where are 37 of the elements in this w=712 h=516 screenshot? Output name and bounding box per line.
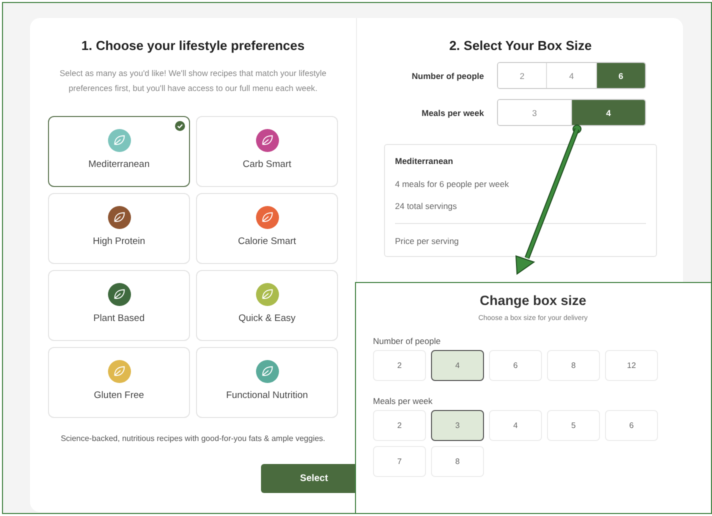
- segment-option[interactable]: 4: [571, 100, 645, 125]
- select-button[interactable]: Select: [261, 464, 356, 493]
- size-option[interactable]: 12: [605, 350, 658, 381]
- size-option[interactable]: 2: [373, 350, 426, 381]
- summary-line: 4 meals for 6 people per week: [395, 179, 510, 189]
- size-option[interactable]: 4: [489, 410, 542, 441]
- panel-title: Change box size: [478, 293, 588, 308]
- preference-card[interactable]: Functional Nutrition: [196, 347, 338, 418]
- group-label: Number of people: [373, 336, 442, 346]
- size-option[interactable]: 3: [431, 410, 484, 441]
- row-label: Meals per week: [422, 108, 484, 118]
- group-label: Meals per week: [373, 396, 434, 406]
- preference-card[interactable]: Calorie Smart: [196, 193, 338, 264]
- price-label: Price per serving: [395, 236, 460, 246]
- preference-card[interactable]: Carb Smart: [196, 116, 338, 187]
- preference-card[interactable]: Gluten Free: [48, 347, 190, 418]
- description: Select as many as you'd like! We'll show recipes that match your lifestyle preferences first, but you'll have access to our full menu each week.: [58, 67, 328, 95]
- size-option[interactable]: 7: [373, 446, 426, 477]
- size-option[interactable]: 6: [605, 410, 658, 441]
- summary-line: 24 total servings: [395, 201, 458, 211]
- preference-card[interactable]: Quick & Easy: [196, 270, 338, 341]
- preference-card[interactable]: High Protein: [48, 193, 190, 264]
- size-option[interactable]: 8: [431, 446, 484, 477]
- preference-card[interactable]: Plant Based: [48, 270, 190, 341]
- size-option[interactable]: 4: [431, 350, 484, 381]
- check-icon: [175, 121, 185, 131]
- description: Science-backed, nutritious recipes with good-for-you fats & ample veggies.: [60, 434, 326, 443]
- plan-name: Mediterranean: [395, 156, 454, 166]
- section-title: 1. Choose your lifestyle preferences: [81, 38, 305, 53]
- size-option[interactable]: 2: [373, 410, 426, 441]
- section-title: 2. Select Your Box Size: [449, 38, 592, 53]
- size-option[interactable]: 6: [489, 350, 542, 381]
- size-option[interactable]: 5: [547, 410, 600, 441]
- preference-card[interactable]: Mediterranean: [48, 116, 190, 187]
- segment-option[interactable]: 6: [596, 63, 645, 88]
- row-label: Number of people: [412, 70, 484, 80]
- size-option[interactable]: 8: [547, 350, 600, 381]
